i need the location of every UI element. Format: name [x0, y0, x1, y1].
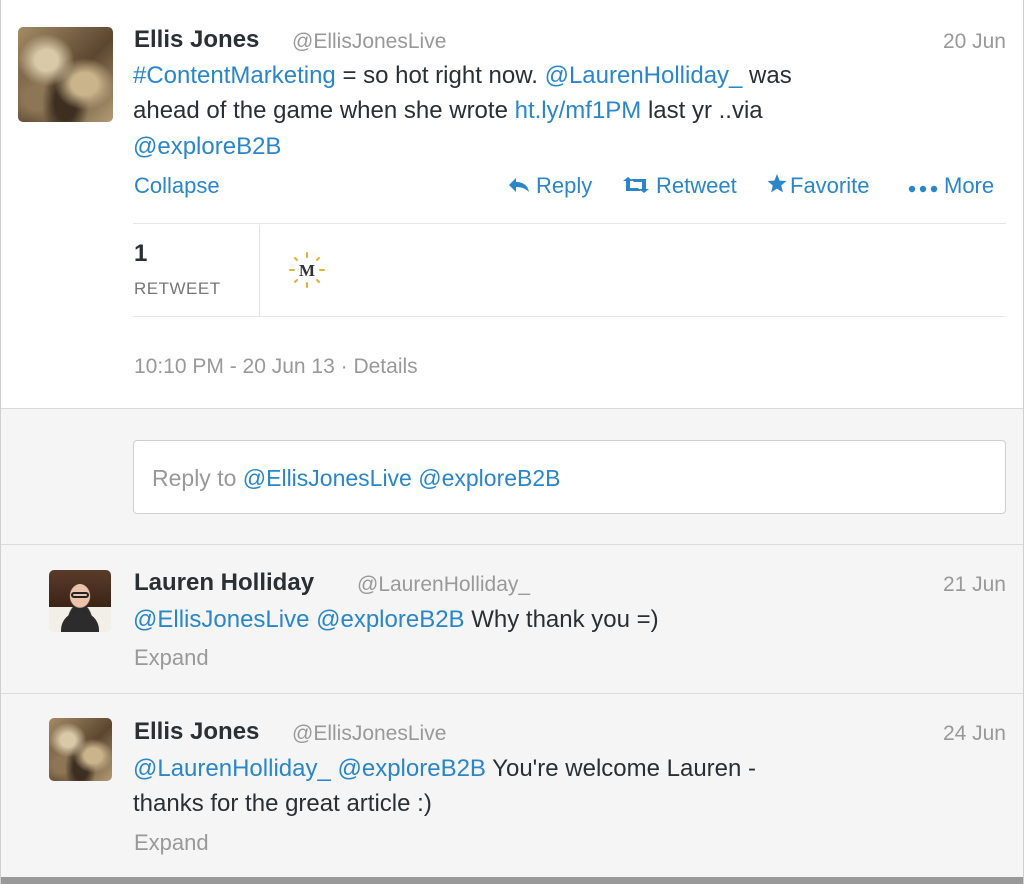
m-logo-icon[interactable]: M — [287, 252, 327, 288]
bottom-edge — [1, 877, 1023, 884]
reply-tweet[interactable]: Ellis Jones @EllisJonesLive 24 Jun @Laur… — [1, 694, 1023, 877]
tweet-text: last yr ..via — [641, 97, 763, 124]
reply-tweet[interactable]: Lauren Holliday @LaurenHolliday_ 21 Jun … — [1, 545, 1023, 694]
tweet-text: Why thank you =) — [464, 606, 659, 633]
tweet-text: @LaurenHolliday_ @exploreB2B You're welc… — [133, 755, 756, 783]
reply-button[interactable]: Reply — [508, 173, 592, 199]
svg-text:M: M — [299, 261, 315, 280]
tweet-conversation: Ellis Jones @EllisJonesLive 20 Jun #Cont… — [0, 0, 1024, 884]
expand-link[interactable]: Expand — [134, 645, 209, 671]
mention-link[interactable]: @LaurenHolliday_ — [133, 755, 331, 782]
mention-link[interactable]: @exploreB2B — [316, 606, 464, 633]
reply-placeholder: Reply to @EllisJonesLive @exploreB2B — [152, 465, 561, 492]
dots-icon — [908, 173, 938, 199]
reply-arrow-icon — [508, 173, 530, 199]
avatar-body — [61, 612, 99, 632]
reply-mentions: @EllisJonesLive @exploreB2B — [242, 465, 561, 491]
tweet-text: was — [742, 62, 792, 89]
star-icon — [767, 173, 787, 199]
main-tweet: Ellis Jones @EllisJonesLive 20 Jun #Cont… — [1, 0, 1023, 409]
author-handle[interactable]: @LaurenHolliday_ — [357, 573, 530, 597]
favorite-button[interactable]: Favorite — [767, 173, 869, 199]
divider — [259, 225, 260, 317]
author-name[interactable]: Ellis Jones — [134, 26, 259, 54]
tweet-text-line-1: #ContentMarketing = so hot right now. @L… — [133, 62, 792, 90]
avatar[interactable] — [18, 27, 113, 122]
retweet-count-label[interactable]: RETWEET — [134, 279, 221, 299]
reply-input[interactable]: Reply to @EllisJonesLive @exploreB2B — [133, 440, 1006, 514]
tweet-text-line-2: thanks for the great article :) — [133, 790, 432, 817]
divider — [133, 316, 1006, 317]
tweet-date[interactable]: 20 Jun — [943, 30, 1006, 54]
more-label: More — [944, 173, 995, 198]
tweet-timestamp-details[interactable]: 10:10 PM - 20 Jun 13 · Details — [134, 355, 418, 379]
avatar[interactable] — [49, 718, 112, 781]
author-name[interactable]: Ellis Jones — [134, 718, 259, 746]
retweet-count[interactable]: 1 — [134, 240, 147, 268]
divider — [133, 223, 1006, 224]
reply-label: Reply — [536, 173, 593, 198]
favorite-label: Favorite — [790, 173, 870, 198]
tweet-date[interactable]: 24 Jun — [943, 722, 1006, 746]
author-name[interactable]: Lauren Holliday — [134, 569, 314, 597]
hashtag-link[interactable]: #ContentMarketing — [133, 62, 336, 89]
mention-link[interactable]: @exploreB2B — [133, 133, 281, 160]
retweet-icon — [622, 173, 650, 199]
reply-area: Reply to @EllisJonesLive @exploreB2B — [1, 409, 1023, 545]
mention-link[interactable]: @LaurenHolliday_ — [545, 62, 743, 89]
mention-link[interactable]: @EllisJonesLive — [133, 606, 309, 633]
tweet-text: @EllisJonesLive @exploreB2B Why thank yo… — [133, 606, 659, 634]
tweet-text-line-3: @exploreB2B — [133, 133, 281, 161]
author-handle[interactable]: @EllisJonesLive — [292, 722, 446, 746]
tweet-text: ahead of the game when she wrote — [133, 97, 515, 124]
mention-link[interactable]: @exploreB2B — [337, 755, 485, 782]
avatar[interactable] — [49, 570, 111, 632]
more-button[interactable]: More — [908, 173, 994, 199]
tweet-text-line-2: ahead of the game when she wrote ht.ly/m… — [133, 97, 763, 125]
retweet-button[interactable]: Retweet — [622, 173, 737, 199]
reply-prefix: Reply to — [152, 465, 243, 491]
tweet-text: You're welcome Lauren - — [485, 755, 757, 782]
expand-link[interactable]: Expand — [134, 830, 209, 856]
collapse-link[interactable]: Collapse — [134, 173, 220, 199]
avatar-glasses — [71, 592, 89, 598]
tweet-date[interactable]: 21 Jun — [943, 573, 1006, 597]
retweet-label: Retweet — [656, 173, 737, 198]
author-handle[interactable]: @EllisJonesLive — [292, 30, 446, 54]
url-link[interactable]: ht.ly/mf1PM — [515, 97, 642, 124]
tweet-text: = so hot right now. — [335, 62, 545, 89]
